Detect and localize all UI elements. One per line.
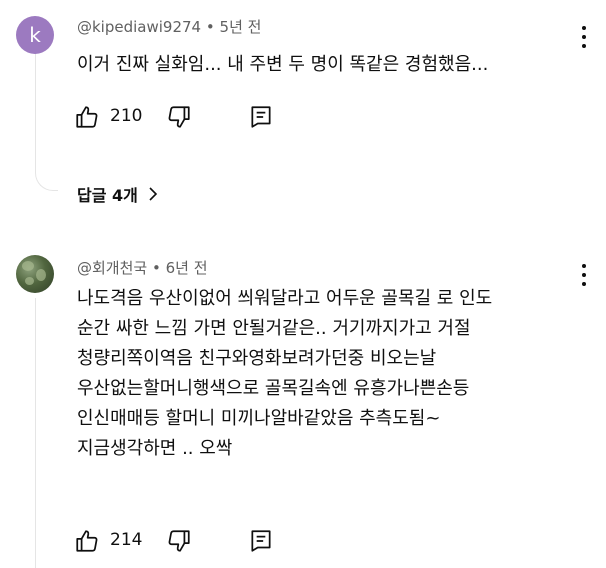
comment-meta: @kipediawi9274 • 5년 전 <box>77 16 261 37</box>
separator-dot: • <box>205 18 215 36</box>
separator-dot: • <box>151 259 161 277</box>
avatar[interactable] <box>16 255 54 293</box>
comment-text: 나도격음 우산이없어 씌워달라고 어두운 골목길 로 인도 순간 싸한 느낌 가… <box>77 284 492 464</box>
chevron-right-icon <box>149 187 158 201</box>
author-name[interactable]: @회개천국 <box>77 259 147 277</box>
avatar[interactable]: k <box>16 16 54 54</box>
view-replies-button[interactable]: 답글 4개 <box>77 182 160 206</box>
like-count: 214 <box>110 530 143 550</box>
comment-line: 나도격음 우산이없어 씌워달라고 어두운 골목길 로 인도 <box>77 288 493 309</box>
reply-comment-icon[interactable] <box>248 104 274 130</box>
author-name[interactable]: @kipediawi9274 <box>77 18 201 36</box>
thumbs-up-icon[interactable] <box>74 104 100 130</box>
replies-label: 답글 4개 <box>77 186 138 205</box>
more-vertical-icon <box>582 264 586 268</box>
comment-line: 청량리쪽이역음 친구와영화보려가던중 비오는날 <box>77 348 437 369</box>
comment-line: 우산없는할머니행색으로 골목길속엔 유흥가나쁜손등 <box>77 378 470 399</box>
more-vertical-icon <box>582 26 586 30</box>
thread-line <box>35 298 36 568</box>
timestamp[interactable]: 6년 전 <box>166 259 208 277</box>
comment-text: 이거 진짜 실화임... 내 주변 두 명이 똑같은 경험했음... <box>77 50 488 80</box>
timestamp[interactable]: 5년 전 <box>220 18 262 36</box>
more-options-button[interactable] <box>572 24 596 50</box>
thumbs-up-icon[interactable] <box>74 528 100 554</box>
comment-line: 인신매매등 할머니 미끼나알바같았음 추측도됨~ <box>77 408 441 429</box>
like-count: 210 <box>110 106 143 126</box>
more-options-button[interactable] <box>572 262 596 288</box>
comment-meta: @회개천국 • 6년 전 <box>77 257 208 278</box>
reply-comment-icon[interactable] <box>248 528 274 554</box>
thumbs-down-icon[interactable] <box>166 528 192 554</box>
comment-line: 지금생각하면 .. 오싹 <box>77 438 233 459</box>
thumbs-down-icon[interactable] <box>166 104 192 130</box>
comment-line: 순간 싸한 느낌 가면 안될거같은.. 거기까지가고 거절 <box>77 318 471 339</box>
comment-line: 이거 진짜 실화임... 내 주변 두 명이 똑같은 경험했음... <box>77 54 489 75</box>
thread-connector <box>35 150 58 191</box>
